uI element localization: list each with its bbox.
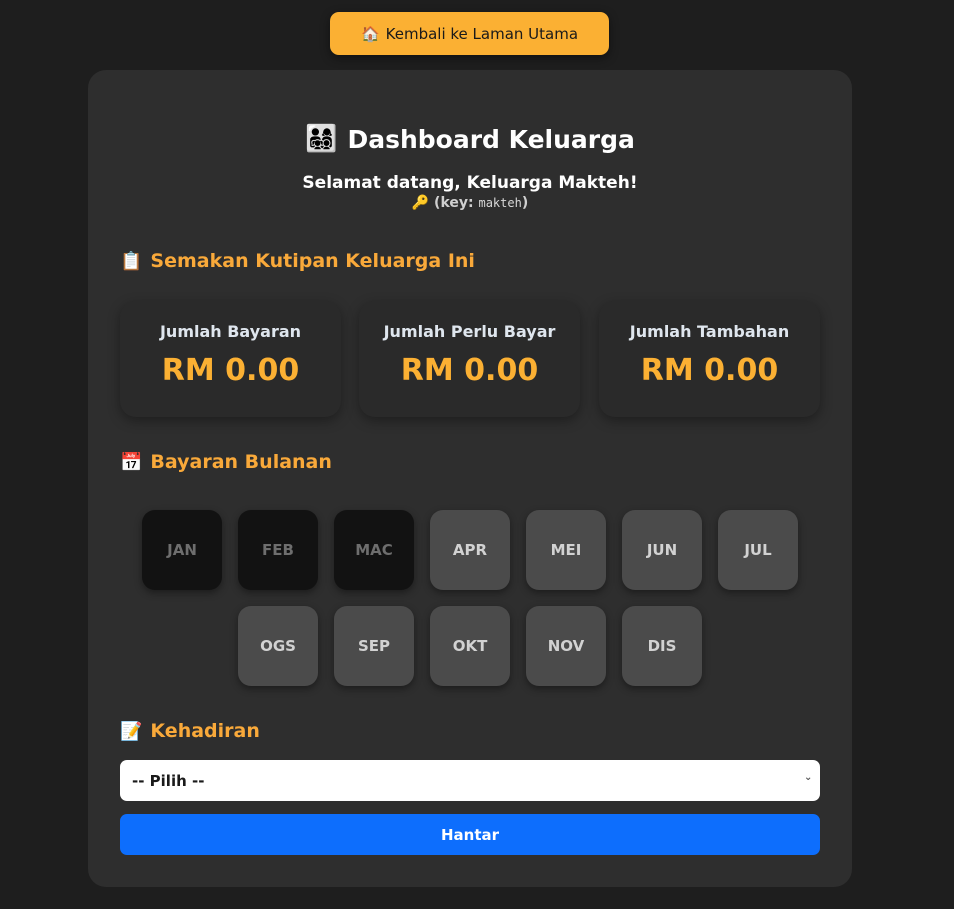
month-mei-button[interactable]: MEI [526, 510, 606, 590]
month-apr-button[interactable]: APR [430, 510, 510, 590]
page-title: 👨‍👩‍👧‍👦 Dashboard Keluarga [88, 124, 852, 154]
month-feb-button[interactable]: FEB [238, 510, 318, 590]
monthly-heading-text: Bayaran Bulanan [150, 451, 332, 473]
house-icon: 🏠 [360, 24, 380, 43]
submit-button[interactable]: Hantar [120, 814, 820, 855]
month-nov-button[interactable]: NOV [526, 606, 606, 686]
calendar-icon: 📅 [120, 451, 143, 473]
stat-value: RM 0.00 [161, 353, 300, 388]
welcome-text: Selamat datang, Keluarga Makteh! [302, 173, 638, 193]
month-okt-button[interactable]: OKT [430, 606, 510, 686]
chevron-down-icon: ⌄ [804, 772, 813, 783]
stat-label: Jumlah Tambahan [629, 322, 790, 341]
month-jun-button[interactable]: JUN [622, 510, 702, 590]
month-jan-button[interactable]: JAN [142, 510, 222, 590]
month-jul-button[interactable]: JUL [718, 510, 798, 590]
key-prefix: (key: [434, 195, 474, 211]
family-key: 🔑 (key: makteh) [88, 195, 852, 211]
key-value: makteh [478, 196, 522, 210]
key-icon: 🔑 [411, 195, 430, 211]
home-button-label: Kembali ke Laman Utama [385, 24, 579, 43]
page: 🏠 Kembali ke Laman Utama 👨‍👩‍👧‍👦 Dashboa… [0, 0, 954, 909]
page-title-text: Dashboard Keluarga [347, 124, 635, 154]
monthly-section-heading: 📅 Bayaran Bulanan [120, 451, 332, 473]
month-sep-button[interactable]: SEP [334, 606, 414, 686]
stat-card-total-paid: Jumlah Bayaran RM 0.00 [120, 301, 341, 417]
month-ogs-button[interactable]: OGS [238, 606, 318, 686]
key-suffix: ) [521, 195, 529, 211]
clipboard-icon: 📋 [120, 250, 143, 272]
dashboard-card: 👨‍👩‍👧‍👦 Dashboard Keluarga Selamat datan… [88, 70, 852, 887]
family-icon: 👨‍👩‍👧‍👦 [305, 124, 338, 154]
stat-label: Jumlah Bayaran [159, 322, 302, 341]
attendance-select-value: -- Pilih -- [132, 771, 205, 790]
stat-card-total-due: Jumlah Perlu Bayar RM 0.00 [359, 301, 580, 417]
stat-card-total-extra: Jumlah Tambahan RM 0.00 [599, 301, 820, 417]
home-button[interactable]: 🏠 Kembali ke Laman Utama [330, 12, 609, 55]
memo-icon: 📝 [120, 720, 143, 742]
collection-section-heading: 📋 Semakan Kutipan Keluarga Ini [120, 250, 475, 272]
stat-value: RM 0.00 [640, 353, 779, 388]
stat-label: Jumlah Perlu Bayar [383, 322, 556, 341]
month-mac-button[interactable]: MAC [334, 510, 414, 590]
month-dis-button[interactable]: DIS [622, 606, 702, 686]
attendance-heading-text: Kehadiran [150, 720, 260, 742]
stat-value: RM 0.00 [400, 353, 539, 388]
attendance-select[interactable]: -- Pilih -- ⌄ [120, 760, 820, 801]
attendance-section-heading: 📝 Kehadiran [120, 720, 260, 742]
collection-heading-text: Semakan Kutipan Keluarga Ini [150, 250, 475, 272]
